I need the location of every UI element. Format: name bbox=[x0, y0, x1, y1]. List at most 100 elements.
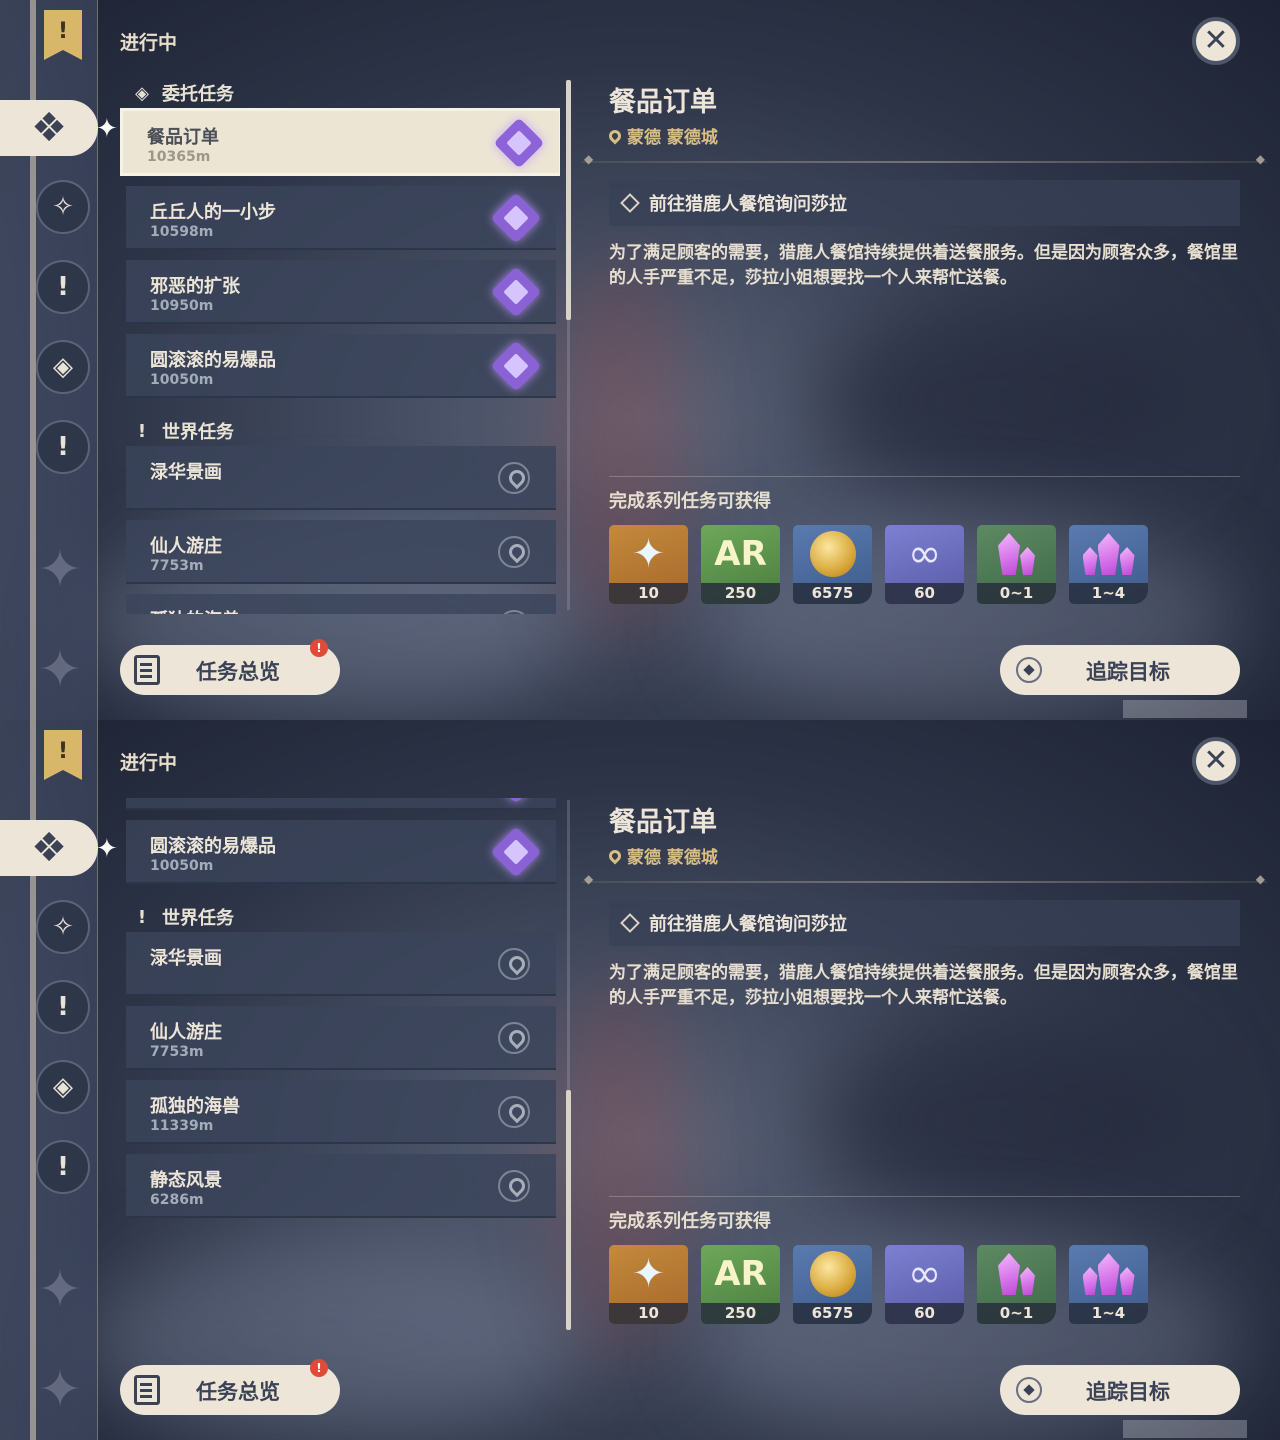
commission-icon[interactable]: ❖ bbox=[0, 100, 98, 156]
corner-indicator bbox=[1123, 700, 1247, 718]
track-target-button[interactable]: 追踪目标 bbox=[1000, 645, 1240, 695]
quest-overview-button[interactable]: 任务总览 ! bbox=[120, 639, 340, 695]
rewards-divider bbox=[609, 476, 1240, 477]
quest-distance: 10050m bbox=[150, 858, 214, 874]
quest-list-item[interactable]: 渌华景画 bbox=[126, 932, 556, 996]
quest-list-item[interactable]: 邪恶的扩张10950m bbox=[126, 260, 556, 324]
location-pin-icon bbox=[606, 847, 624, 864]
map-pin-icon bbox=[498, 1022, 530, 1054]
world-quest-icon[interactable]: ! bbox=[36, 260, 90, 314]
map-pin-icon bbox=[498, 536, 530, 568]
companionship-exp-icon: ∞ bbox=[907, 1251, 942, 1297]
commission-star-icon bbox=[490, 798, 542, 804]
rewards-row: ✦ 10 AR 250 6575 ∞ 60 0~1 1~4 bbox=[609, 1245, 1148, 1324]
scrollbar-thumb[interactable] bbox=[566, 1090, 571, 1330]
quest-list-item[interactable]: 圆滚滚的易爆品 10050m bbox=[126, 820, 556, 884]
reward-primogem[interactable]: ✦ 10 bbox=[609, 525, 688, 604]
commission-icon[interactable]: ❖ bbox=[0, 820, 98, 876]
quest-screen-2: ! ❖ ✧ ! ◈ ! ✦ ✦ ✦ 进行中 ◈委托任务餐品订单10365m丘丘人… bbox=[0, 720, 1280, 1440]
quest-list-item[interactable]: 餐品订单 10365m bbox=[120, 108, 560, 176]
category-world: ! 世界任务 bbox=[120, 416, 560, 446]
reward-crystal-chunk[interactable]: 0~1 bbox=[977, 1245, 1056, 1324]
quest-overview-button[interactable]: 任务总览 ! bbox=[120, 1359, 340, 1415]
quest-banner-icon: ! bbox=[44, 730, 82, 780]
adventure-exp-icon: AR bbox=[714, 1254, 767, 1294]
reward-crystal-ore[interactable]: 1~4 bbox=[1069, 1245, 1148, 1324]
quest-name: 仙人游庄 bbox=[150, 1022, 222, 1043]
crystal-ore-icon bbox=[1069, 1245, 1148, 1303]
reward-crystal-chunk[interactable]: 0~1 bbox=[977, 525, 1056, 604]
quest-list[interactable]: ◈委托任务餐品订单10365m丘丘人的一小步10598m邪恶的扩张10950m圆… bbox=[120, 798, 560, 1334]
close-button[interactable]: ✕ bbox=[1192, 17, 1240, 65]
corner-indicator bbox=[1123, 1420, 1247, 1438]
companionship-exp-icon: ∞ bbox=[907, 531, 942, 577]
commission-small-icon: ◈ bbox=[135, 82, 149, 104]
decorative-star-icon: ✦ bbox=[38, 1260, 82, 1320]
commission-star-icon bbox=[490, 826, 542, 878]
reward-primogem[interactable]: ✦ 10 bbox=[609, 1245, 688, 1324]
archon-quest-icon[interactable]: ✧ bbox=[36, 180, 90, 234]
quest-distance: 10950m bbox=[150, 798, 213, 800]
quest-description: 为了满足顾客的需要，猎鹿人餐馆持续提供着送餐服务。但是因为顾客众多，餐馆里的人手… bbox=[609, 963, 1238, 1008]
category-rail: ! ❖ ✧ ! ◈ ! ✦ ✦ bbox=[0, 720, 98, 1440]
quest-name: 静态风景 bbox=[150, 1170, 222, 1191]
quest-distance: 11339m bbox=[150, 1118, 214, 1134]
map-pin-icon bbox=[498, 1096, 530, 1128]
quest-name: 孤独的海兽 bbox=[150, 606, 240, 614]
reward-adventure-exp[interactable]: AR 250 bbox=[701, 1245, 780, 1324]
quest-title: 餐品订单 bbox=[609, 87, 717, 118]
reward-adventure-exp[interactable]: AR 250 bbox=[701, 525, 780, 604]
quest-list-item[interactable]: 圆滚滚的易爆品 10050m bbox=[126, 334, 556, 398]
archon-quest-icon[interactable]: ✧ bbox=[36, 900, 90, 954]
world-quest-icon[interactable]: ! bbox=[36, 980, 90, 1034]
quest-list-item[interactable]: 渌华景画 bbox=[126, 446, 556, 510]
scrollbar-thumb[interactable] bbox=[566, 80, 571, 320]
quest-title: 餐品订单 bbox=[609, 807, 717, 838]
selection-spark-icon: ✦ bbox=[96, 834, 118, 864]
story-quest-icon[interactable]: ◈ bbox=[36, 340, 90, 394]
map-pin-icon bbox=[498, 462, 530, 494]
category-rail: ! ❖ ✧ ! ◈ ! ✦ ✦ bbox=[0, 0, 98, 720]
track-target-button[interactable]: 追踪目标 bbox=[1000, 1365, 1240, 1415]
quest-list-item[interactable]: 仙人游庄 7753m bbox=[126, 1006, 556, 1070]
event-quest-icon[interactable]: ! bbox=[36, 420, 90, 474]
quest-name: 渌华景画 bbox=[150, 462, 222, 483]
quest-distance: 7753m bbox=[150, 1044, 204, 1060]
quest-list-item[interactable]: 丘丘人的一小步 10598m bbox=[126, 186, 556, 250]
reward-crystal-ore[interactable]: 1~4 bbox=[1069, 525, 1148, 604]
story-quest-icon[interactable]: ◈ bbox=[36, 1060, 90, 1114]
reward-companionship-exp[interactable]: ∞ 60 bbox=[885, 1245, 964, 1324]
notification-badge: ! bbox=[310, 639, 328, 657]
adventure-exp-icon: AR bbox=[714, 534, 767, 574]
event-quest-icon[interactable]: ! bbox=[36, 1140, 90, 1194]
reward-mora[interactable]: 6575 bbox=[793, 525, 872, 604]
primogem-icon: ✦ bbox=[631, 531, 666, 577]
quest-list-item[interactable]: 静态风景 6286m bbox=[126, 1154, 556, 1218]
quest-list-content: ◈委托任务餐品订单10365m丘丘人的一小步10598m邪恶的扩张10950m圆… bbox=[120, 798, 560, 1218]
quest-distance: 7753m bbox=[150, 558, 204, 574]
quest-list-item[interactable]: 仙人游庄 7753m bbox=[126, 520, 556, 584]
quest-distance: 10050m bbox=[150, 372, 214, 388]
quest-distance: 10598m bbox=[150, 224, 214, 240]
reward-companionship-exp[interactable]: ∞ 60 bbox=[885, 525, 964, 604]
decorative-star-icon: ✦ bbox=[38, 540, 82, 600]
title-divider bbox=[582, 872, 1267, 886]
close-icon: ✕ bbox=[1203, 23, 1229, 58]
reward-mora[interactable]: 6575 bbox=[793, 1245, 872, 1324]
quest-distance: 10950m bbox=[150, 298, 214, 314]
mora-icon bbox=[793, 525, 872, 583]
quest-list-item[interactable]: 邪恶的扩张10950m bbox=[126, 798, 556, 810]
quest-objective: 前往猎鹿人餐馆询问莎拉 bbox=[609, 900, 1240, 946]
category-world: ! 世界任务 bbox=[120, 902, 560, 932]
quest-list-item[interactable]: 孤独的海兽 11339m bbox=[126, 1080, 556, 1144]
track-diamond-icon bbox=[1016, 1377, 1042, 1403]
title-divider bbox=[582, 152, 1267, 166]
close-button[interactable]: ✕ bbox=[1192, 737, 1240, 785]
quest-name: 邪恶的扩张 bbox=[150, 276, 240, 297]
quest-distance: 10365m bbox=[147, 149, 211, 165]
selection-spark-icon: ✦ bbox=[96, 114, 118, 144]
quest-list[interactable]: ◈委托任务餐品订单10365m丘丘人的一小步10598m邪恶的扩张10950m圆… bbox=[120, 78, 560, 614]
quest-list-item[interactable]: 孤独的海兽 bbox=[126, 594, 556, 614]
map-pin-icon bbox=[498, 610, 530, 614]
quest-location: 蒙德 蒙德城 bbox=[606, 843, 718, 868]
